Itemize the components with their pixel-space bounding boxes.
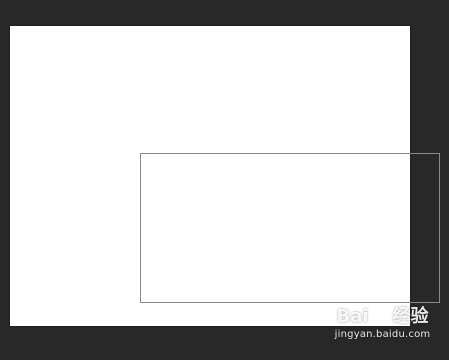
watermark-logo: Bai 经验 bbox=[320, 306, 445, 328]
marquee-selection[interactable] bbox=[140, 153, 440, 303]
paw-icon bbox=[371, 307, 391, 327]
watermark-brand-right: 经验 bbox=[392, 306, 429, 327]
workspace-area[interactable]: Bai 经验 jingyan.baidu.com bbox=[0, 0, 449, 360]
watermark: Bai 经验 jingyan.baidu.com bbox=[320, 306, 445, 356]
watermark-brand-left: Bai bbox=[336, 306, 369, 327]
watermark-url: jingyan.baidu.com bbox=[334, 329, 431, 340]
